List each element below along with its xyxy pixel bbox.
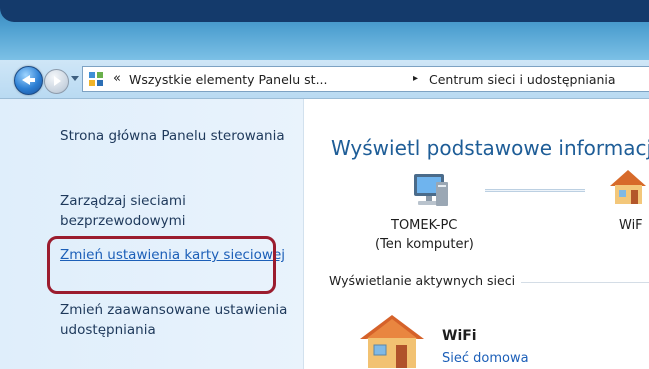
house-icon bbox=[360, 315, 424, 368]
network-type-link[interactable]: Sieć domowa bbox=[442, 351, 529, 366]
computer-name: TOMEK-PC bbox=[391, 218, 458, 233]
active-network-name: WiFi bbox=[442, 328, 477, 344]
house-icon[interactable] bbox=[608, 168, 649, 206]
section-heading: Wyświetlanie aktywnych sieci bbox=[329, 273, 522, 288]
control-panel-icon bbox=[89, 72, 103, 86]
page-title: Wyświetl podstawowe informacj bbox=[331, 136, 649, 160]
computer-caption: (Ten komputer) bbox=[375, 237, 474, 252]
address-bar[interactable]: « Wszystkie elementy Panelu st... ▸ Cent… bbox=[82, 66, 649, 92]
computer-icon[interactable] bbox=[408, 172, 452, 210]
breadcrumb-network-center[interactable]: Centrum sieci i udostępniania bbox=[429, 72, 616, 87]
navigation-bar: « Wszystkie elementy Panelu st... ▸ Cent… bbox=[0, 60, 649, 99]
breadcrumb-control-panel[interactable]: Wszystkie elementy Panelu st... bbox=[129, 72, 328, 87]
title-bar bbox=[0, 0, 649, 60]
connection-line bbox=[485, 189, 585, 192]
recent-pages-dropdown-icon[interactable] bbox=[71, 76, 79, 81]
back-button[interactable] bbox=[14, 66, 43, 95]
window: « Wszystkie elementy Panelu st... ▸ Cent… bbox=[0, 0, 649, 369]
highlight-outline bbox=[47, 236, 276, 294]
network-name-top: WiF bbox=[619, 218, 643, 233]
sidebar-item-control-panel-home[interactable]: Strona główna Panelu sterowania bbox=[60, 126, 290, 146]
breadcrumb-separator-icon[interactable]: ▸ bbox=[413, 73, 418, 84]
sidebar-item-manage-wireless[interactable]: Zarządzaj sieciami bezprzewodowymi bbox=[60, 191, 290, 231]
forward-button[interactable] bbox=[44, 69, 69, 94]
breadcrumb-overflow-chevron[interactable]: « bbox=[113, 71, 121, 86]
sidebar-item-advanced-sharing[interactable]: Zmień zaawansowane ustawienia udostępnia… bbox=[60, 300, 290, 340]
